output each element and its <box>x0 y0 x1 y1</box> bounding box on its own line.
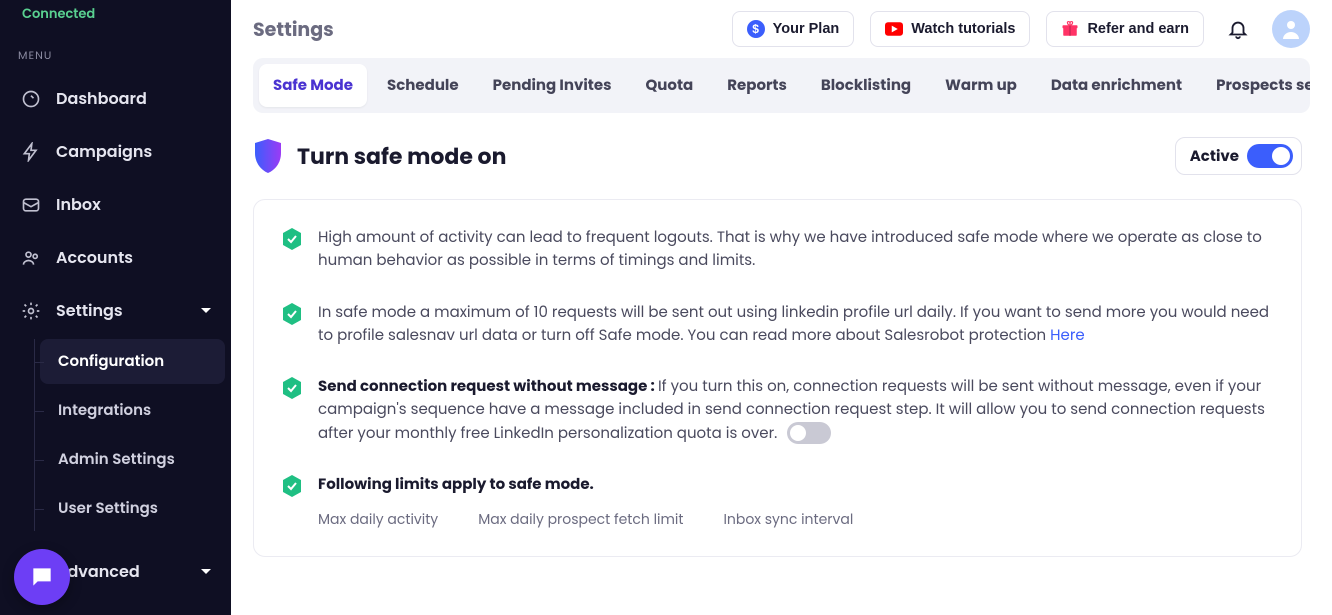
page-title: Settings <box>253 15 334 44</box>
nav-campaigns[interactable]: Campaigns <box>6 127 225 176</box>
main: Settings $ Your Plan Watch tutorials Ref… <box>231 0 1332 615</box>
campaigns-icon <box>20 141 42 163</box>
bell-icon <box>1227 18 1249 40</box>
btn-label: Refer and earn <box>1087 21 1189 37</box>
tab-blocklisting[interactable]: Blocklisting <box>807 64 925 107</box>
chat-icon <box>29 564 55 590</box>
chevron-down-icon <box>201 567 211 577</box>
nav-label: Settings <box>56 298 123 323</box>
chat-fab[interactable] <box>14 549 70 605</box>
bullet-bold: Following limits apply to safe mode. <box>318 474 594 495</box>
connection-status: Connected <box>0 0 231 29</box>
gear-icon <box>20 300 42 322</box>
tab-warm-up[interactable]: Warm up <box>931 64 1031 107</box>
top-actions: $ Your Plan Watch tutorials Refer and ea… <box>732 10 1310 48</box>
bullet-row: High amount of activity can lead to freq… <box>282 226 1273 273</box>
limit-col-max-daily-activity: Max daily activity <box>318 509 438 530</box>
bullet-text-pre: In safe mode a maximum of 10 requests wi… <box>318 302 1269 346</box>
bullet-row: Following limits apply to safe mode. <box>282 473 1273 497</box>
sidebar-item-configuration[interactable]: Configuration <box>40 339 225 384</box>
check-hex-icon <box>282 303 302 325</box>
btn-label: Your Plan <box>773 21 840 37</box>
primary-nav: Dashboard Campaigns Inbox Accounts Setti… <box>0 74 231 596</box>
gift-icon <box>1061 20 1079 38</box>
bullet-row: In safe mode a maximum of 10 requests wi… <box>282 301 1273 348</box>
check-hex-icon <box>282 228 302 250</box>
shield-icon <box>253 139 283 173</box>
chevron-down-icon <box>201 306 211 316</box>
sidebar-item-user-settings[interactable]: User Settings <box>40 486 225 531</box>
nav-label: Campaigns <box>56 139 152 164</box>
tab-pending-invites[interactable]: Pending Invites <box>479 64 626 107</box>
send-without-message-toggle[interactable] <box>787 422 831 444</box>
youtube-icon <box>885 20 903 38</box>
tab-prospects-settings[interactable]: Prospects setti <box>1202 64 1310 107</box>
check-hex-icon <box>282 475 302 497</box>
bullet-text: High amount of activity can lead to freq… <box>318 226 1273 273</box>
tab-data-enrichment[interactable]: Data enrichment <box>1037 64 1196 107</box>
status-text: Connected <box>22 4 95 23</box>
notifications-button[interactable] <box>1220 11 1256 47</box>
sidebar: Connected MENU Dashboard Campaigns Inbox… <box>0 0 231 615</box>
refer-and-earn-button[interactable]: Refer and earn <box>1046 11 1204 47</box>
topbar: Settings $ Your Plan Watch tutorials Ref… <box>231 0 1332 58</box>
watch-tutorials-button[interactable]: Watch tutorials <box>870 11 1030 47</box>
accounts-icon <box>20 247 42 269</box>
bullet-row: Send connection request without message … <box>282 375 1273 445</box>
dashboard-icon <box>20 88 42 110</box>
settings-submenu: Configuration Integrations Admin Setting… <box>40 339 225 531</box>
protection-link[interactable]: Here <box>1050 325 1085 346</box>
nav-inbox[interactable]: Inbox <box>6 180 225 229</box>
toggle-switch[interactable] <box>1247 144 1293 168</box>
inbox-icon <box>20 194 42 216</box>
limit-col-max-daily-prospect-fetch: Max daily prospect fetch limit <box>478 509 683 530</box>
tab-schedule[interactable]: Schedule <box>373 64 473 107</box>
sidebar-item-integrations[interactable]: Integrations <box>40 388 225 433</box>
bullet-text: In safe mode a maximum of 10 requests wi… <box>318 301 1273 348</box>
user-icon <box>1279 17 1303 41</box>
check-hex-icon <box>282 377 302 399</box>
limit-col-inbox-sync-interval: Inbox sync interval <box>723 509 853 530</box>
dollar-icon: $ <box>747 20 765 38</box>
tab-safe-mode[interactable]: Safe Mode <box>259 64 367 107</box>
tabs: Safe Mode Schedule Pending Invites Quota… <box>253 58 1310 113</box>
btn-label: Watch tutorials <box>911 21 1015 37</box>
tabs-container: Safe Mode Schedule Pending Invites Quota… <box>231 58 1332 113</box>
bullet-text: Send connection request without message … <box>318 375 1273 445</box>
nav-label: Accounts <box>56 245 133 270</box>
nav-accounts[interactable]: Accounts <box>6 233 225 282</box>
safe-mode-panel: High amount of activity can lead to freq… <box>253 199 1302 557</box>
bullet-text: Following limits apply to safe mode. <box>318 473 594 497</box>
sidebar-item-admin-settings[interactable]: Admin Settings <box>40 437 225 482</box>
content-area: Turn safe mode on Active High amount of … <box>231 113 1332 615</box>
nav-label: Inbox <box>56 192 101 217</box>
toggle-switch[interactable] <box>787 422 831 444</box>
your-plan-button[interactable]: $ Your Plan <box>732 11 855 47</box>
tab-quota[interactable]: Quota <box>631 64 707 107</box>
tab-reports[interactable]: Reports <box>713 64 801 107</box>
nav-dashboard[interactable]: Dashboard <box>6 74 225 123</box>
menu-section-label: MENU <box>0 29 231 74</box>
toggle-label: Active <box>1190 145 1239 168</box>
bullet-bold: Send connection request without message … <box>318 376 658 397</box>
nav-settings[interactable]: Settings <box>6 286 225 335</box>
safe-mode-header: Turn safe mode on Active <box>253 137 1302 175</box>
limits-columns: Max daily activity Max daily prospect fe… <box>282 509 1273 530</box>
safe-mode-active-toggle[interactable]: Active <box>1175 137 1302 175</box>
user-avatar[interactable] <box>1272 10 1310 48</box>
safe-mode-title: Turn safe mode on <box>297 140 506 173</box>
nav-label: Dashboard <box>56 86 147 111</box>
